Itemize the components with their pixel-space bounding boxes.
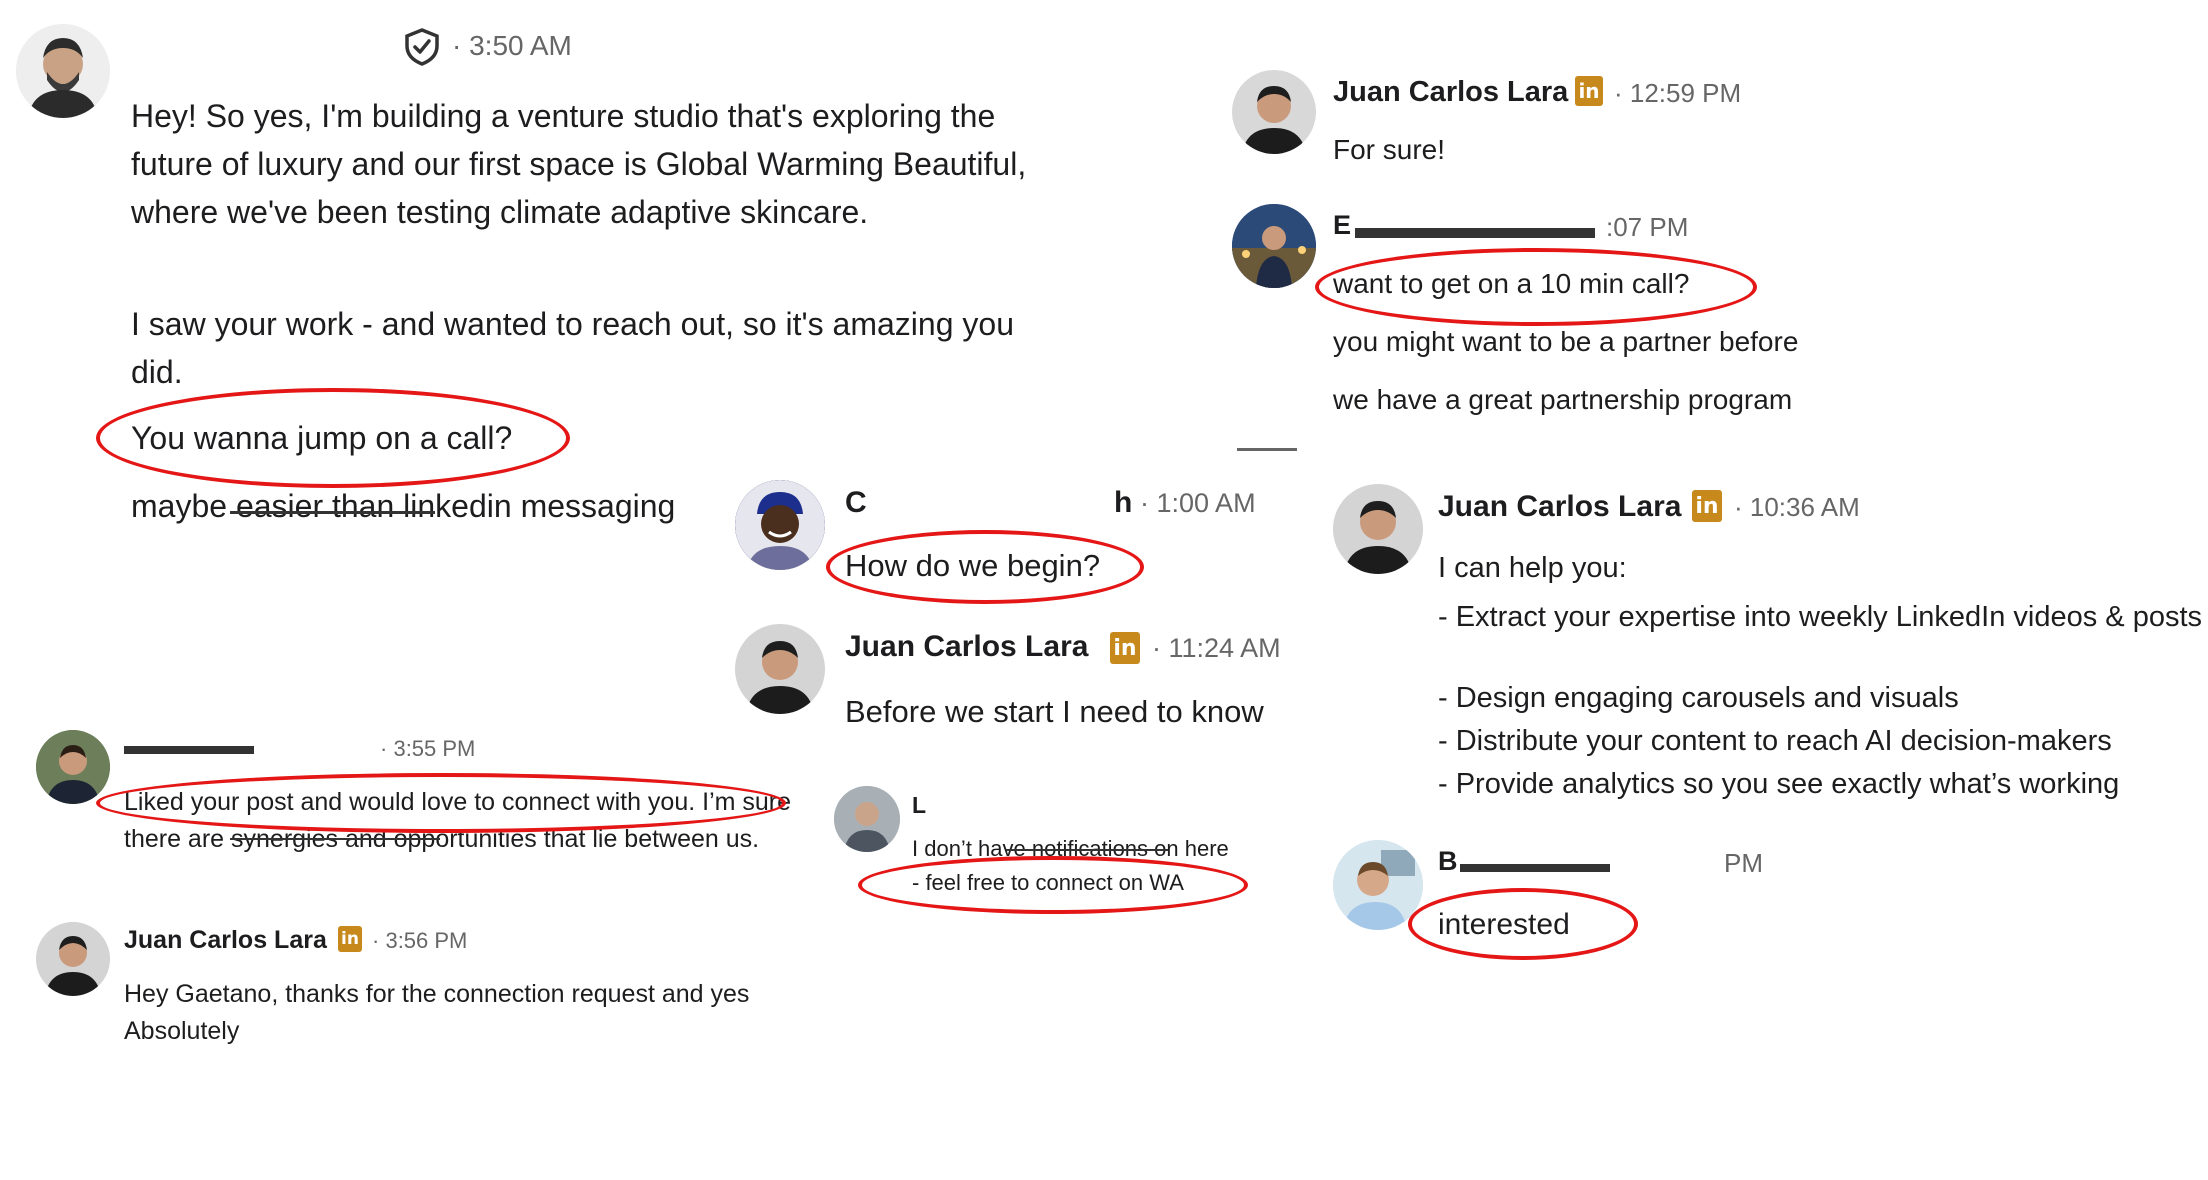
avatar[interactable] [1232, 70, 1316, 154]
strikethrough-line [230, 838, 440, 840]
avatar[interactable] [16, 24, 110, 118]
message-text: I can help you: [1438, 552, 1627, 584]
message-text: Hey Gaetano, thanks for the connection r… [124, 980, 750, 1045]
message-text: Hey! So yes, I'm building a venture stud… [131, 98, 1027, 230]
avatar[interactable] [1232, 204, 1316, 288]
linkedin-icon: in [338, 926, 362, 952]
linkedin-icon: in [1692, 490, 1722, 522]
message-text: maybe easier than linkedin messaging [131, 488, 676, 524]
message-text: I saw your work - and wanted to reach ou… [131, 306, 1014, 390]
sender-name[interactable]: C [845, 486, 867, 520]
verified-shield-icon [404, 28, 440, 66]
message-time: · 1:00 AM [1140, 488, 1256, 518]
message-text: you might want to be a partner before [1333, 326, 1799, 357]
sender-name[interactable]: Juan Carlos Lara [1438, 490, 1681, 524]
message-time: · 3:55 PM [380, 736, 476, 761]
sender-name[interactable]: h [1114, 486, 1132, 520]
message-time: · 12:59 PM [1614, 78, 1742, 108]
message-text: - Distribute your content to reach AI de… [1438, 725, 2112, 757]
strikethrough-line [1006, 849, 1168, 851]
message-time: · 10:36 AM [1734, 492, 1860, 522]
sender-name[interactable]: E [1333, 210, 1351, 241]
message-text: want to get on a 10 min call? [1333, 268, 1690, 299]
message-text: How do we begin? [845, 548, 1101, 583]
sender-name[interactable]: L [912, 792, 926, 819]
avatar[interactable] [1333, 484, 1423, 574]
message-text: - Extract your expertise into weekly Lin… [1438, 601, 2203, 633]
message-time: :07 PM [1606, 212, 1689, 242]
message-text: Before we start I need to know [845, 694, 1264, 729]
message-time: · 3:50 AM [452, 30, 572, 61]
message-text: - feel free to connect on WA [912, 870, 1184, 895]
cropped-text-fragment [1237, 448, 1297, 451]
message-text: - Design engaging carousels and visuals [1438, 682, 1959, 714]
message-time: · 11:24 AM [1152, 633, 1281, 663]
message-time: PM [1724, 848, 1763, 878]
strikethrough-line [230, 511, 435, 514]
sender-name[interactable]: B [1438, 846, 1458, 877]
message-text: interested [1438, 908, 1570, 941]
name-strikeout [1355, 228, 1595, 238]
avatar[interactable] [36, 922, 110, 996]
linkedin-icon: in [1110, 632, 1140, 664]
avatar[interactable] [1333, 840, 1423, 930]
message-time: · 3:56 PM [372, 928, 468, 953]
message-text: Liked your post and would love to connec… [124, 788, 792, 853]
avatar[interactable] [735, 480, 825, 570]
sender-name[interactable]: Juan Carlos Lara [845, 630, 1088, 664]
sender-name[interactable]: Juan Carlos Lara [1333, 76, 1568, 109]
avatar[interactable] [735, 624, 825, 714]
name-strikeout [124, 746, 254, 754]
message-text: You wanna jump on a call? [131, 420, 513, 456]
name-strikeout [1460, 864, 1610, 872]
avatar[interactable] [834, 786, 900, 852]
message-text: For sure! [1333, 134, 1446, 165]
message-text: - Provide analytics so you see exactly w… [1438, 768, 2120, 800]
avatar[interactable] [36, 730, 110, 804]
message-text: we have a great partnership program [1333, 384, 1793, 415]
sender-name[interactable]: Juan Carlos Lara [124, 926, 327, 955]
linkedin-icon: in [1575, 76, 1603, 106]
